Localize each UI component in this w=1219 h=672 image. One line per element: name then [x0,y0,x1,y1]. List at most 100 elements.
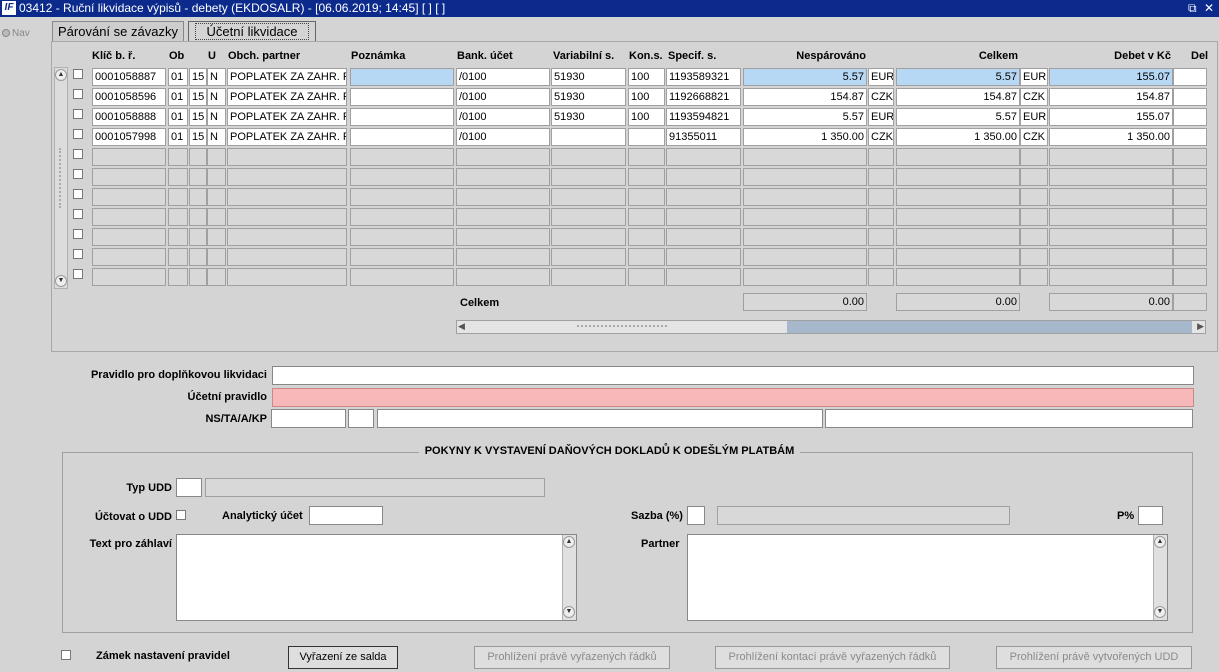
cell-bank[interactable]: /0100 [456,128,550,146]
cell-partner[interactable]: POPLATEK ZA ZAHR. PL [227,68,347,86]
empty-cell[interactable] [868,148,894,166]
empty-cell[interactable] [666,208,741,226]
empty-cell[interactable] [1049,248,1173,266]
empty-cell[interactable] [666,188,741,206]
row-checkbox[interactable] [73,169,83,179]
typ-udd-input[interactable] [176,478,202,497]
cell-nesp[interactable]: 154.87 [743,88,867,106]
cell-partner[interactable]: POPLATEK ZA ZAHR. PL [227,108,347,126]
cell-del[interactable] [1173,128,1207,146]
empty-cell[interactable] [189,188,207,206]
cell-nesp[interactable]: 5.57 [743,68,867,86]
empty-cell[interactable] [92,188,166,206]
empty-cell[interactable] [456,208,550,226]
uctovat-checkbox[interactable] [176,510,186,520]
empty-cell[interactable] [227,208,347,226]
cell-kons[interactable]: 100 [628,68,665,86]
cell-celk_cur[interactable]: CZK [1020,88,1048,106]
empty-cell[interactable] [1173,228,1207,246]
empty-cell[interactable] [666,228,741,246]
cell-celk_cur[interactable]: CZK [1020,128,1048,146]
empty-cell[interactable] [456,248,550,266]
empty-cell[interactable] [350,208,454,226]
empty-cell[interactable] [227,248,347,266]
cell-note[interactable] [350,108,454,126]
empty-cell[interactable] [1173,208,1207,226]
empty-cell[interactable] [168,188,188,206]
empty-cell[interactable] [1049,148,1173,166]
empty-cell[interactable] [743,208,867,226]
restore-icon[interactable]: ⧉ [1188,0,1197,17]
cell-u[interactable]: N [207,68,226,86]
row-checkbox[interactable] [73,269,83,279]
empty-cell[interactable] [868,168,894,186]
cell-n[interactable]: 15 [189,88,207,106]
empty-cell[interactable] [868,228,894,246]
prohlizeni-vyrazenych-button[interactable]: Prohlížení právě vyřazených řádků [474,646,670,669]
cell-del[interactable] [1173,68,1207,86]
empty-cell[interactable] [92,208,166,226]
empty-cell[interactable] [551,148,626,166]
empty-cell[interactable] [1173,268,1207,286]
row-checkbox[interactable] [73,249,83,259]
row-checkbox[interactable] [73,69,83,79]
empty-cell[interactable] [350,248,454,266]
cell-note[interactable] [350,128,454,146]
empty-cell[interactable] [868,268,894,286]
empty-cell[interactable] [168,148,188,166]
row-checkbox[interactable] [73,189,83,199]
empty-cell[interactable] [743,168,867,186]
empty-cell[interactable] [896,168,1020,186]
empty-cell[interactable] [189,248,207,266]
text-zahlavi-textarea[interactable]: ▲ ▼ [176,534,577,621]
empty-cell[interactable] [168,208,188,226]
cell-var[interactable]: 51930 [551,88,626,106]
cell-u[interactable]: N [207,108,226,126]
empty-cell[interactable] [456,268,550,286]
cell-nesp[interactable]: 1 350.00 [743,128,867,146]
cell-n[interactable]: 15 [189,108,207,126]
cell-partner[interactable]: POPLATEK ZA ZAHR. PL [227,128,347,146]
cell-spec[interactable]: 1193589321 [666,68,741,86]
nav-toggle[interactable]: Nav [2,28,30,39]
analyticky-input[interactable] [309,506,383,525]
zamek-checkbox[interactable] [61,650,71,660]
row-checkbox[interactable] [73,109,83,119]
grid-horizontal-scrollbar[interactable]: ◀ ▶ [456,320,1206,334]
empty-cell[interactable] [350,168,454,186]
empty-cell[interactable] [227,148,347,166]
empty-cell[interactable] [227,168,347,186]
cell-spec[interactable]: 91355011 [666,128,741,146]
scroll-right-icon[interactable]: ▶ [1197,321,1204,332]
pravidlo-input[interactable] [272,366,1194,385]
cell-debet[interactable]: 155.07 [1049,108,1173,126]
empty-cell[interactable] [628,228,665,246]
prohlizeni-kontaci-button[interactable]: Prohlížení kontací právě vyřazených řádk… [715,646,950,669]
scroll-down-icon[interactable]: ▼ [563,606,575,618]
cell-nesp[interactable]: 5.57 [743,108,867,126]
ucetni-pravidlo-input[interactable] [272,388,1194,407]
empty-cell[interactable] [743,148,867,166]
sazba-input[interactable] [687,506,705,525]
empty-cell[interactable] [189,148,207,166]
empty-cell[interactable] [207,188,226,206]
empty-cell[interactable] [207,228,226,246]
empty-cell[interactable] [92,228,166,246]
empty-cell[interactable] [189,168,207,186]
empty-cell[interactable] [350,148,454,166]
cell-kons[interactable]: 100 [628,88,665,106]
scroll-up-icon[interactable]: ▲ [55,69,67,81]
cell-var[interactable]: 51930 [551,68,626,86]
cell-celk_cur[interactable]: EUR [1020,108,1048,126]
cell-note[interactable] [350,88,454,106]
cell-celk[interactable]: 154.87 [896,88,1020,106]
empty-cell[interactable] [227,228,347,246]
empty-cell[interactable] [1173,148,1207,166]
empty-cell[interactable] [1173,248,1207,266]
empty-cell[interactable] [227,188,347,206]
cell-nesp_cur[interactable]: EUR [868,108,894,126]
textarea-scrollbar[interactable]: ▲ ▼ [1153,535,1167,620]
cell-var[interactable] [551,128,626,146]
cell-note[interactable] [350,68,454,86]
empty-cell[interactable] [628,188,665,206]
